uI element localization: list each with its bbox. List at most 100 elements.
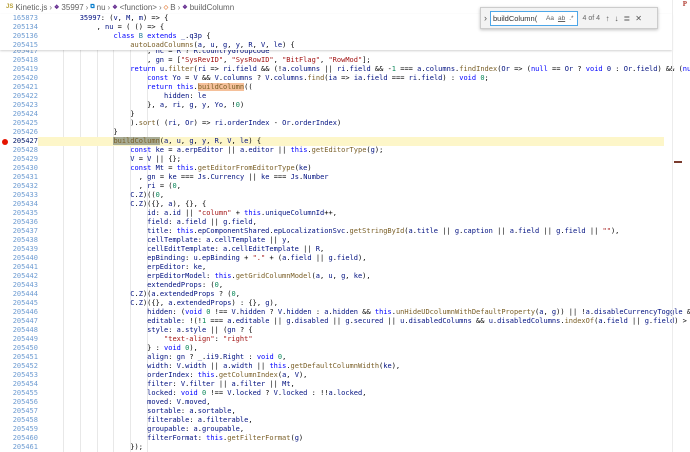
code-line[interactable]: 205415 autoLoadColumns(a, u, g, y, R, V,… [0,41,672,50]
glyph-margin[interactable] [0,362,10,371]
line-number[interactable]: 205432 [10,182,38,191]
line-number[interactable]: 205460 [10,434,38,443]
code-line[interactable]: 205459 groupable: a.groupable, [0,425,690,434]
code-text[interactable]: const Mt = this.getEditorFromEditorType(… [38,164,690,173]
code-line[interactable]: 205457 sortable: a.sortable, [0,407,690,416]
code-text[interactable]: erpEditorModel: this.getGridColumnModel(… [38,272,690,281]
line-number[interactable]: 205440 [10,254,38,263]
line-number[interactable]: 205457 [10,407,38,416]
overview-ruler[interactable]: P [672,0,690,452]
code-line[interactable]: 205435 id: a.id || "column" + this.uniqu… [0,209,690,218]
line-number[interactable]: 205439 [10,245,38,254]
code-text[interactable]: filterable: a.filterable, [38,416,690,425]
glyph-margin[interactable] [0,236,10,245]
code-text[interactable]: } : void 0), [38,344,690,353]
toggle-replace-icon[interactable]: › [481,8,490,28]
line-number[interactable]: 205452 [10,362,38,371]
line-number[interactable]: 205455 [10,389,38,398]
code-text[interactable]: groupable: a.groupable, [38,425,690,434]
code-line[interactable]: 205436 field: a.field || g.field, [0,218,690,227]
code-text[interactable]: hidden: le [38,92,690,101]
glyph-margin[interactable] [0,227,10,236]
code-line[interactable]: 205438 cellTemplate: a.cellTemplate || y… [0,236,690,245]
regex-toggle[interactable]: .* [568,15,574,22]
glyph-margin[interactable] [0,41,10,50]
code-text[interactable]: id: a.id || "column" + this.uniqueColumn… [38,209,690,218]
code-line[interactable]: 205460 filterFormat: this.getFilterForma… [0,434,690,443]
line-number[interactable]: 205423 [10,101,38,110]
code-text[interactable]: buildColumn(a, u, g, y, R, V, le) { [38,137,690,146]
line-number[interactable]: 205428 [10,146,38,155]
glyph-margin[interactable] [0,173,10,182]
line-number[interactable]: 205454 [10,380,38,389]
code-text[interactable]: , ri = (0, [38,182,690,191]
glyph-margin[interactable] [0,164,10,173]
code-line[interactable]: 205434 C.Z)({}, a), {}, { [0,200,690,209]
glyph-margin[interactable] [0,353,10,362]
code-line[interactable]: 205428 const ke = a.erpEditor || a.edito… [0,146,690,155]
code-text[interactable]: title: this.epComponentShared.epLocaliza… [38,227,690,236]
line-number[interactable]: 205420 [10,74,38,83]
code-line[interactable]: 205418 , gn = ["SysRevID", "SysRowID", "… [0,56,690,65]
glyph-margin[interactable] [0,389,10,398]
glyph-margin[interactable] [0,209,10,218]
code-text[interactable]: "text-align": "right" [38,335,690,344]
glyph-margin[interactable] [0,32,10,41]
line-number[interactable]: 205444 [10,290,38,299]
code-text[interactable]: C.Z)((0, [38,191,690,200]
code-line[interactable]: 205427 buildColumn(a, u, g, y, R, V, le)… [0,137,690,146]
line-number[interactable]: 205458 [10,416,38,425]
code-text[interactable]: } [38,128,690,137]
line-number[interactable]: 205415 [10,41,38,50]
code-text[interactable]: autoLoadColumns(a, u, g, y, R, V, le) { [38,41,672,50]
code-text[interactable]: }, a, ri, g, y, Yo, !0) [38,101,690,110]
glyph-margin[interactable] [0,434,10,443]
code-line[interactable]: 205444 C.Z)(a.extendedProps ? (0, [0,290,690,299]
code-area[interactable]: 205417 , nc = R ? R.countryGroupCode2054… [0,50,690,452]
code-line[interactable]: 205451 align: gn ? _.ii9.Right : void 0, [0,353,690,362]
breakpoint-icon[interactable] [2,139,8,145]
code-line[interactable]: 205456 moved: V.moved, [0,398,690,407]
glyph-margin[interactable] [0,92,10,101]
line-number[interactable]: 205459 [10,425,38,434]
glyph-margin[interactable] [0,155,10,164]
code-text[interactable]: ).sort( (ri, Or) => ri.orderIndex - Or.o… [38,119,690,128]
glyph-margin[interactable] [0,245,10,254]
code-line[interactable]: 205426 } [0,128,690,137]
code-line[interactable]: 205431 , gn = ke === Js.Currency || ke =… [0,173,690,182]
code-line[interactable]: 205450 } : void 0), [0,344,690,353]
line-number[interactable]: 205461 [10,443,38,452]
glyph-margin[interactable] [0,299,10,308]
glyph-margin[interactable] [0,254,10,263]
line-number[interactable]: 205443 [10,281,38,290]
breadcrumb-item-kinetic-js[interactable]: JSKinetic.js [6,3,47,12]
glyph-margin[interactable] [0,371,10,380]
glyph-margin[interactable] [0,23,10,32]
code-line[interactable]: 205437 title: this.epComponentShared.epL… [0,227,690,236]
glyph-margin[interactable] [0,146,10,155]
code-text[interactable]: extendedProps: (0, [38,281,690,290]
glyph-margin[interactable] [0,128,10,137]
glyph-margin[interactable] [0,218,10,227]
code-text[interactable]: hidden: (void 0 !== V.hidden ? V.hidden … [38,308,690,317]
match-case-toggle[interactable]: Aa [545,15,555,22]
code-text[interactable]: C.Z)({}, a.extendedProps) : {}, g), [38,299,690,308]
code-line[interactable]: 205453 orderIndex: this.getColumnIndex(a… [0,371,690,380]
line-number[interactable]: 205447 [10,317,38,326]
breadcrumb-item-buildcolumn[interactable]: ❖buildColumn [182,3,234,12]
glyph-margin[interactable] [0,407,10,416]
glyph-margin[interactable] [0,326,10,335]
code-text[interactable]: locked: void 0 !== V.locked ? V.locked :… [38,389,690,398]
code-line[interactable]: 205433 C.Z)((0, [0,191,690,200]
glyph-margin[interactable] [0,380,10,389]
line-number[interactable]: 205418 [10,56,38,65]
code-line[interactable]: 205424 } [0,110,690,119]
code-text[interactable]: sortable: a.sortable, [38,407,690,416]
whole-word-toggle[interactable]: ab [557,15,566,22]
previous-match-button[interactable]: ↑ [606,14,610,23]
code-line[interactable]: 205439 cellEditTemplate: a.cellEditTempl… [0,245,690,254]
code-line[interactable]: 205442 erpEditorModel: this.getGridColum… [0,272,690,281]
glyph-margin[interactable] [0,191,10,200]
code-line[interactable]: 205443 extendedProps: (0, [0,281,690,290]
glyph-margin[interactable] [0,14,10,23]
